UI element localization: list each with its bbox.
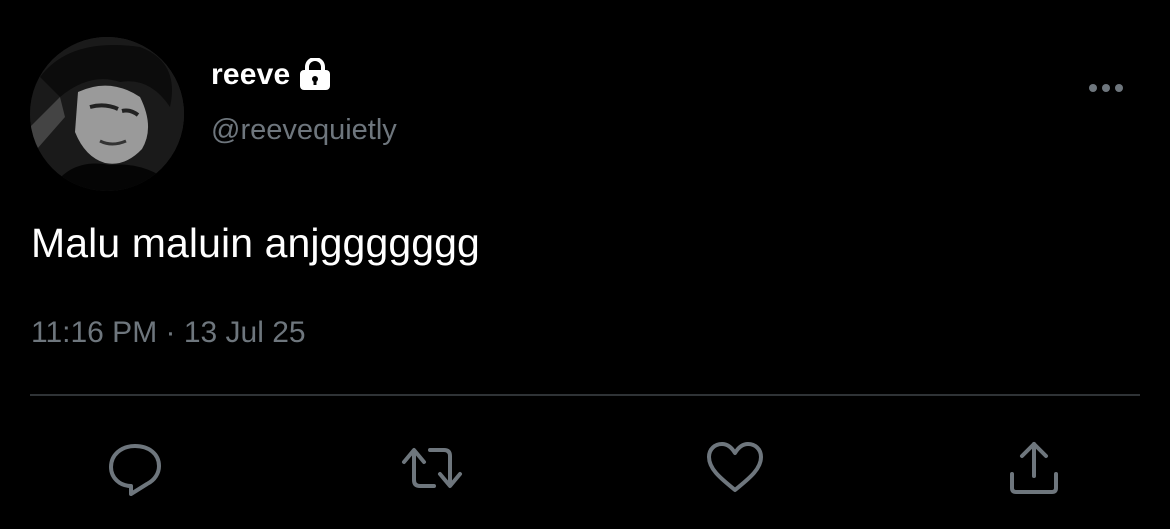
retweet-button[interactable] bbox=[400, 436, 464, 500]
more-icon[interactable] bbox=[1084, 76, 1128, 100]
share-button[interactable] bbox=[1002, 436, 1066, 500]
divider bbox=[30, 394, 1140, 396]
share-icon bbox=[1010, 442, 1058, 494]
display-name-row[interactable]: reeve bbox=[211, 56, 332, 94]
tweet-detail: reeve @reevequietly Malu maluin anjggggg… bbox=[0, 0, 1170, 529]
tweet-text: Malu maluin anjggggggg bbox=[31, 220, 480, 266]
retweet-icon bbox=[402, 448, 462, 488]
reply-button[interactable] bbox=[103, 436, 167, 500]
avatar[interactable] bbox=[30, 37, 184, 191]
avatar-photo bbox=[30, 37, 184, 191]
reply-icon bbox=[109, 444, 161, 496]
lock-icon bbox=[300, 58, 331, 90]
heart-icon bbox=[707, 442, 763, 492]
display-name[interactable]: reeve bbox=[211, 58, 290, 92]
user-handle[interactable]: @reevequietly bbox=[211, 114, 397, 147]
tweet-timestamp[interactable]: 11:16 PM · 13 Jul 25 bbox=[31, 316, 306, 350]
like-button[interactable] bbox=[703, 436, 767, 500]
